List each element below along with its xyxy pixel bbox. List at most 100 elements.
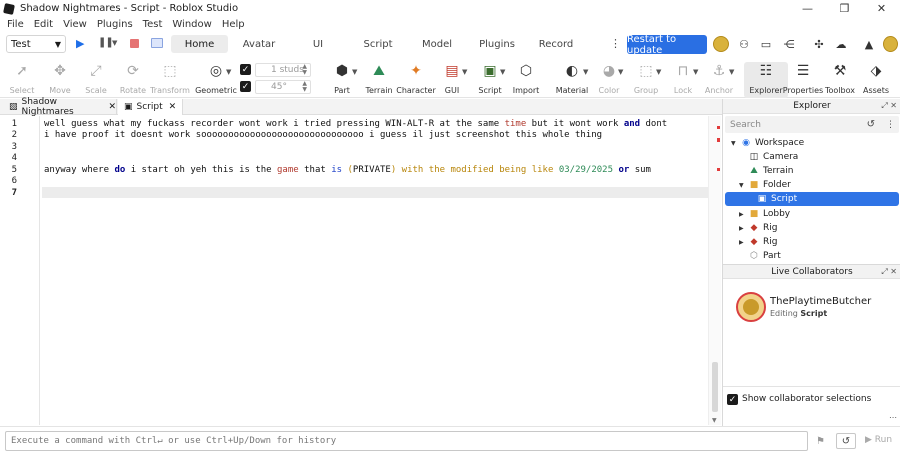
add-collaborator-icon[interactable]: ⚇ [737,37,751,51]
close-icon[interactable]: ✕ [169,102,177,112]
tree-item-part[interactable]: ⬡ Part [725,249,899,263]
close-icon[interactable]: ✕ [108,102,116,112]
tree-item-lobby[interactable]: ▶ ■ Lobby [725,207,899,221]
menu-window[interactable]: Window [172,19,211,30]
transform-tool[interactable]: ⬚ Transform [148,62,192,95]
team-create-icon[interactable]: ✣ [812,37,826,51]
cursor-icon: ➚ [16,63,28,79]
notifications-icon[interactable]: ▲ [862,37,876,51]
feedback-icon[interactable]: ▭ [759,37,773,51]
code-keyword: and [623,119,641,129]
editor-scrollbar[interactable]: ▼ [708,116,721,425]
tree-item-script[interactable]: ▣ Script [725,192,899,206]
profile-avatar[interactable] [883,36,898,52]
tab-model[interactable]: Model [415,35,459,53]
script-icon: ▣ [483,63,497,79]
history-icon[interactable]: ↺ [836,433,856,449]
test-mode-select[interactable]: Test ▼ [6,35,66,53]
chevron-down-icon[interactable]: ▼ [739,182,744,189]
tree-item-workspace[interactable]: ▼ ◉ Workspace [725,136,899,150]
run-button[interactable]: ▶ Run [865,435,892,445]
doc-tab-place[interactable]: ▧ Shadow Nightmares ✕ [0,97,117,117]
geometric-tool-label: Geometric [195,86,237,95]
tab-plugins[interactable]: Plugins [474,35,520,53]
rotate-snap-checkbox[interactable]: ✓ [240,81,251,92]
chevron-down-icon[interactable]: ▼ [731,140,736,147]
collaborator-avatar[interactable] [736,292,766,322]
script-icon: ▣ [124,102,133,112]
history-icon[interactable]: ↺ [867,119,875,130]
share-icon[interactable]: ⋲ [782,37,796,51]
user-avatar[interactable] [713,36,729,52]
scrollbar-thumb[interactable] [712,362,718,412]
tree-item-rig[interactable]: ▶ ◆ Rig [725,221,899,235]
line-number: 1 [11,119,17,129]
panel-controls-icon[interactable]: ⤢ ✕ [881,101,897,111]
move-snap-stepper[interactable]: 1 studs ▲ ▼ [255,63,311,77]
chevron-right-icon[interactable]: ▶ [739,211,744,218]
tab-ui[interactable]: UI [300,35,336,53]
part-icon: ⬢ [335,63,349,79]
error-marker [717,168,720,171]
tree-item-rig[interactable]: ▶ ◆ Rig [725,235,899,249]
tab-home[interactable]: Home [171,35,228,53]
restart-to-update-button[interactable]: Restart to update [627,34,707,56]
chevron-down-icon[interactable]: ▼ [226,68,231,76]
explorer-search-input[interactable]: Search ↺ ⋮ [725,116,899,133]
stop-icon[interactable] [130,39,139,48]
tab-record[interactable]: Record [533,35,579,53]
more-options-icon[interactable]: ⋮ [886,120,895,130]
rotate-icon: ⟳ [127,63,139,79]
geometric-tool[interactable]: ◎ Geometric [194,62,238,95]
doc-tab-script-label: Script [136,102,163,112]
doc-tab-script[interactable]: ▣ Script ✕ [118,99,183,115]
anchor-tool[interactable]: ⚓ Anchor [697,62,741,95]
panel-controls-icon[interactable]: ⤢ ✕ [881,267,897,277]
cloud-icon[interactable]: ☁ [834,37,848,51]
group-icon: ⬚ [639,63,653,79]
chevron-right-icon[interactable]: ▶ [739,225,744,232]
tree-item-label: Camera [763,152,799,162]
tree-item-terrain[interactable]: ⛰ Terrain [725,164,899,178]
chevron-right-icon[interactable]: ▶ [739,239,744,246]
menu-edit[interactable]: Edit [34,19,53,30]
script-editor[interactable]: 1 2 3 4 5 6 7 well guess what my fuckass… [0,116,722,425]
more-options-icon[interactable]: ⋯ [889,413,897,422]
tab-script[interactable]: Script [355,35,401,53]
menu-file[interactable]: File [7,19,24,30]
tree-item-camera[interactable]: ◫ Camera [725,150,899,164]
show-selections-label: Show collaborator selections [742,394,872,404]
roblox-studio-logo-icon [3,2,15,15]
move-snap-checkbox[interactable]: ✓ [240,64,251,75]
pause-icon[interactable]: ❚❚ [98,37,114,51]
more-options-icon[interactable]: ⋮ [610,37,621,50]
chevron-down-icon[interactable]: ▼ [112,39,117,47]
stepper-arrows-icon[interactable]: ▲ ▼ [302,64,307,76]
chevron-down-icon[interactable]: ▼ [729,68,734,76]
tree-item-folder[interactable]: ▼ ■ Folder [725,178,899,192]
client-server-icon[interactable] [151,38,163,48]
assets-tool[interactable]: ⬗ Assets [854,62,898,95]
rotate-snap-stepper[interactable]: 45° ▲ ▼ [255,80,311,94]
tab-avatar[interactable]: Avatar [235,35,283,53]
collaborators-header: Live Collaborators ⤢ ✕ [723,264,900,279]
chevron-down-icon[interactable]: ▼ [618,68,623,76]
close-button[interactable]: ✕ [863,0,900,17]
import-tool[interactable]: ⬡ Import [504,62,548,95]
menu-help[interactable]: Help [222,19,245,30]
scroll-down-icon[interactable]: ▼ [712,417,717,424]
play-icon[interactable]: ▶ [76,37,90,51]
current-line-highlight [42,187,708,198]
stepper-arrows-icon[interactable]: ▲ ▼ [302,81,307,93]
menu-view[interactable]: View [63,19,87,30]
minimize-button[interactable]: — [789,0,826,17]
menu-plugins[interactable]: Plugins [97,19,133,30]
code-keyword: is [331,165,343,175]
command-input[interactable]: Execute a command with Ctrl↵ or use Ctrl… [5,431,808,451]
restore-button[interactable]: ❐ [826,0,863,17]
gui-tool-label: GUI [444,86,460,95]
bookmark-icon[interactable]: ⚑ [816,436,825,447]
chevron-down-icon[interactable]: ▼ [462,68,467,76]
show-selections-checkbox[interactable]: ✓ [727,394,738,405]
menu-test[interactable]: Test [143,19,163,30]
